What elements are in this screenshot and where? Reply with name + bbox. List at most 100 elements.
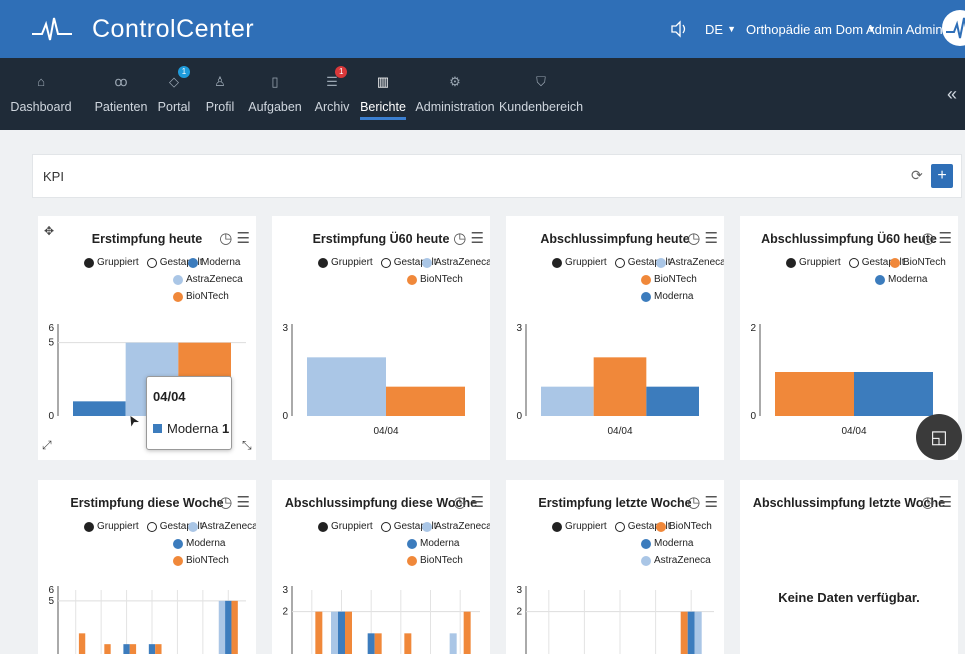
main-navigation: ⌂ Dashboard ꝏ Patienten ◇ 1 Portal ♙ Prof…	[0, 58, 965, 130]
bar-biontech[interactable]	[78, 633, 86, 654]
speaker-icon[interactable]	[670, 20, 688, 38]
nav-item-profil[interactable]: ♙ Profil	[204, 58, 236, 130]
tooltip-value: 1	[221, 421, 230, 436]
patients-icon: ꝏ	[114, 74, 128, 89]
bar-astrazeneca[interactable]	[307, 357, 386, 416]
reports-icon: ▥	[376, 74, 390, 89]
bar-biontech[interactable]	[775, 372, 854, 416]
bar-moderna[interactable]	[854, 372, 933, 416]
chart-plot: 0 3 04/04	[516, 323, 699, 437]
kpi-card: Erstimpfung Ü60 heute ◷ ☰ Gruppiert Gestape…	[272, 216, 490, 460]
bar-biontech[interactable]	[374, 633, 382, 654]
bar-moderna[interactable]	[367, 633, 375, 654]
window-icon: ◱	[930, 427, 948, 447]
bar-astrazeneca[interactable]	[694, 611, 702, 654]
y-tick-label: 3	[516, 585, 522, 596]
kpi-header: KPI ⟳ +	[32, 154, 962, 198]
refresh-icon[interactable]: ⟳	[911, 167, 929, 185]
archive-icon: ☰ 1	[326, 66, 348, 92]
nav-label: Archiv	[314, 100, 350, 114]
bar-biontech[interactable]	[345, 611, 352, 654]
bar-astrazeneca[interactable]	[541, 386, 594, 416]
kpi-title: KPI	[43, 169, 64, 184]
kpi-card: Abschlussimpfung letzte Woche ◷ ☰ Keine Da…	[740, 480, 958, 654]
caret-down-icon: ▼	[727, 24, 736, 34]
y-tick-label: 2	[516, 607, 522, 618]
floating-action-button[interactable]: ◱	[916, 414, 962, 460]
bar-moderna[interactable]	[148, 644, 156, 654]
bar-biontech[interactable]	[231, 600, 238, 654]
bar-biontech[interactable]	[404, 633, 412, 654]
nav-label: Patienten	[94, 100, 148, 114]
menu-icon[interactable]: ☰	[939, 494, 952, 511]
y-tick-label: 0	[48, 411, 54, 422]
tooltip-series: Moderna	[167, 421, 219, 436]
nav-item-patienten[interactable]: ꝏ Patienten	[92, 58, 150, 130]
nav-item-portal[interactable]: ◇ 1 Portal	[154, 58, 194, 130]
heartbeat-logo-icon	[32, 17, 72, 41]
add-widget-button[interactable]: +	[931, 164, 953, 188]
y-tick-label: 5	[48, 596, 54, 607]
nav-item-berichte[interactable]: ▥ Berichte	[360, 58, 406, 130]
card-actions: ◷ ☰	[921, 493, 952, 511]
top-bar: ControlCenter DE ▼ Orthopädie am Dom ▼ Adm…	[0, 0, 965, 58]
bar-biontech[interactable]	[104, 644, 111, 654]
y-tick-label: 2	[282, 607, 288, 618]
app-brand[interactable]: ControlCenter	[92, 15, 254, 44]
kpi-card: Abschlussimpfung diese Woche ◷ ☰ Gruppiert…	[272, 480, 490, 654]
nav-label: Berichte	[360, 100, 406, 114]
chart-tooltip: 04/04 Moderna 1	[146, 376, 232, 450]
collapse-nav-icon[interactable]: «	[947, 84, 957, 105]
nav-item-kundenbereich[interactable]: ⛉ Kundenbereich	[499, 58, 583, 130]
bar-biontech[interactable]	[386, 386, 465, 416]
y-tick-label: 3	[516, 323, 522, 334]
cart-icon: ⛉	[536, 74, 546, 89]
nav-item-aufgaben[interactable]: ▯ Aufgaben	[248, 58, 302, 130]
language-dropdown[interactable]: DE ▼	[705, 0, 736, 58]
nav-item-archiv[interactable]: ☰ 1 Archiv	[312, 58, 352, 130]
y-tick-label: 0	[750, 411, 756, 422]
bar-moderna[interactable]	[73, 401, 126, 416]
bar-biontech[interactable]	[155, 644, 162, 654]
history-icon[interactable]: ◷	[921, 494, 934, 511]
clinic-dropdown[interactable]: Orthopädie am Dom ▼	[746, 0, 876, 58]
nav-label: Aufgaben	[248, 100, 302, 114]
bar-astrazeneca[interactable]	[331, 611, 338, 654]
y-tick-label: 6	[48, 585, 54, 596]
portal-badge: 1	[178, 66, 190, 78]
no-data-message: Keine Daten verfügbar.	[778, 590, 920, 605]
bar-moderna[interactable]	[646, 386, 699, 416]
nav-item-administration[interactable]: ⚙ Administration	[415, 58, 495, 130]
kpi-card: Erstimpfung diese Woche ◷ ☰ Gruppiert Gesta…	[38, 480, 256, 654]
y-tick-label: 3	[282, 585, 288, 596]
bar-biontech[interactable]	[129, 644, 137, 654]
portal-icon: ◇ 1	[169, 66, 190, 92]
bar-biontech[interactable]	[315, 611, 323, 654]
bar-moderna[interactable]	[123, 644, 130, 654]
nav-item-dashboard[interactable]: ⌂ Dashboard	[0, 58, 82, 130]
x-tick-label: 04/04	[373, 426, 398, 437]
x-tick-label: 04/04	[841, 426, 866, 437]
tooltip-swatch	[153, 424, 162, 433]
bar-biontech[interactable]	[463, 611, 471, 654]
tooltip-row: Moderna 1	[153, 421, 229, 436]
clinic-label: Orthopädie am Dom	[746, 21, 864, 37]
bar-astrazeneca[interactable]	[218, 600, 226, 654]
bar-biontech[interactable]	[593, 357, 647, 416]
chart-plot: 0 3 04/04	[282, 323, 465, 437]
bar-biontech[interactable]	[680, 611, 688, 654]
archive-badge: 1	[335, 66, 348, 78]
bar-moderna[interactable]	[338, 611, 345, 654]
y-tick-label: 0	[516, 411, 522, 422]
bar-astrazeneca[interactable]	[449, 633, 457, 654]
nav-label: Portal	[157, 100, 191, 114]
x-tick-label: 04/04	[607, 426, 632, 437]
chart-plot: 23	[516, 585, 714, 654]
nav-label: Administration	[415, 100, 495, 114]
profile-icon: ♙	[214, 74, 226, 89]
kpi-card: Abschlussimpfung heute ◷ ☰ Gruppiert Gestap…	[506, 216, 724, 460]
chart-plot: 56	[48, 585, 246, 654]
bar-moderna[interactable]	[225, 600, 232, 654]
bar-moderna[interactable]	[687, 611, 695, 654]
gear-icon: ⚙	[449, 74, 461, 89]
